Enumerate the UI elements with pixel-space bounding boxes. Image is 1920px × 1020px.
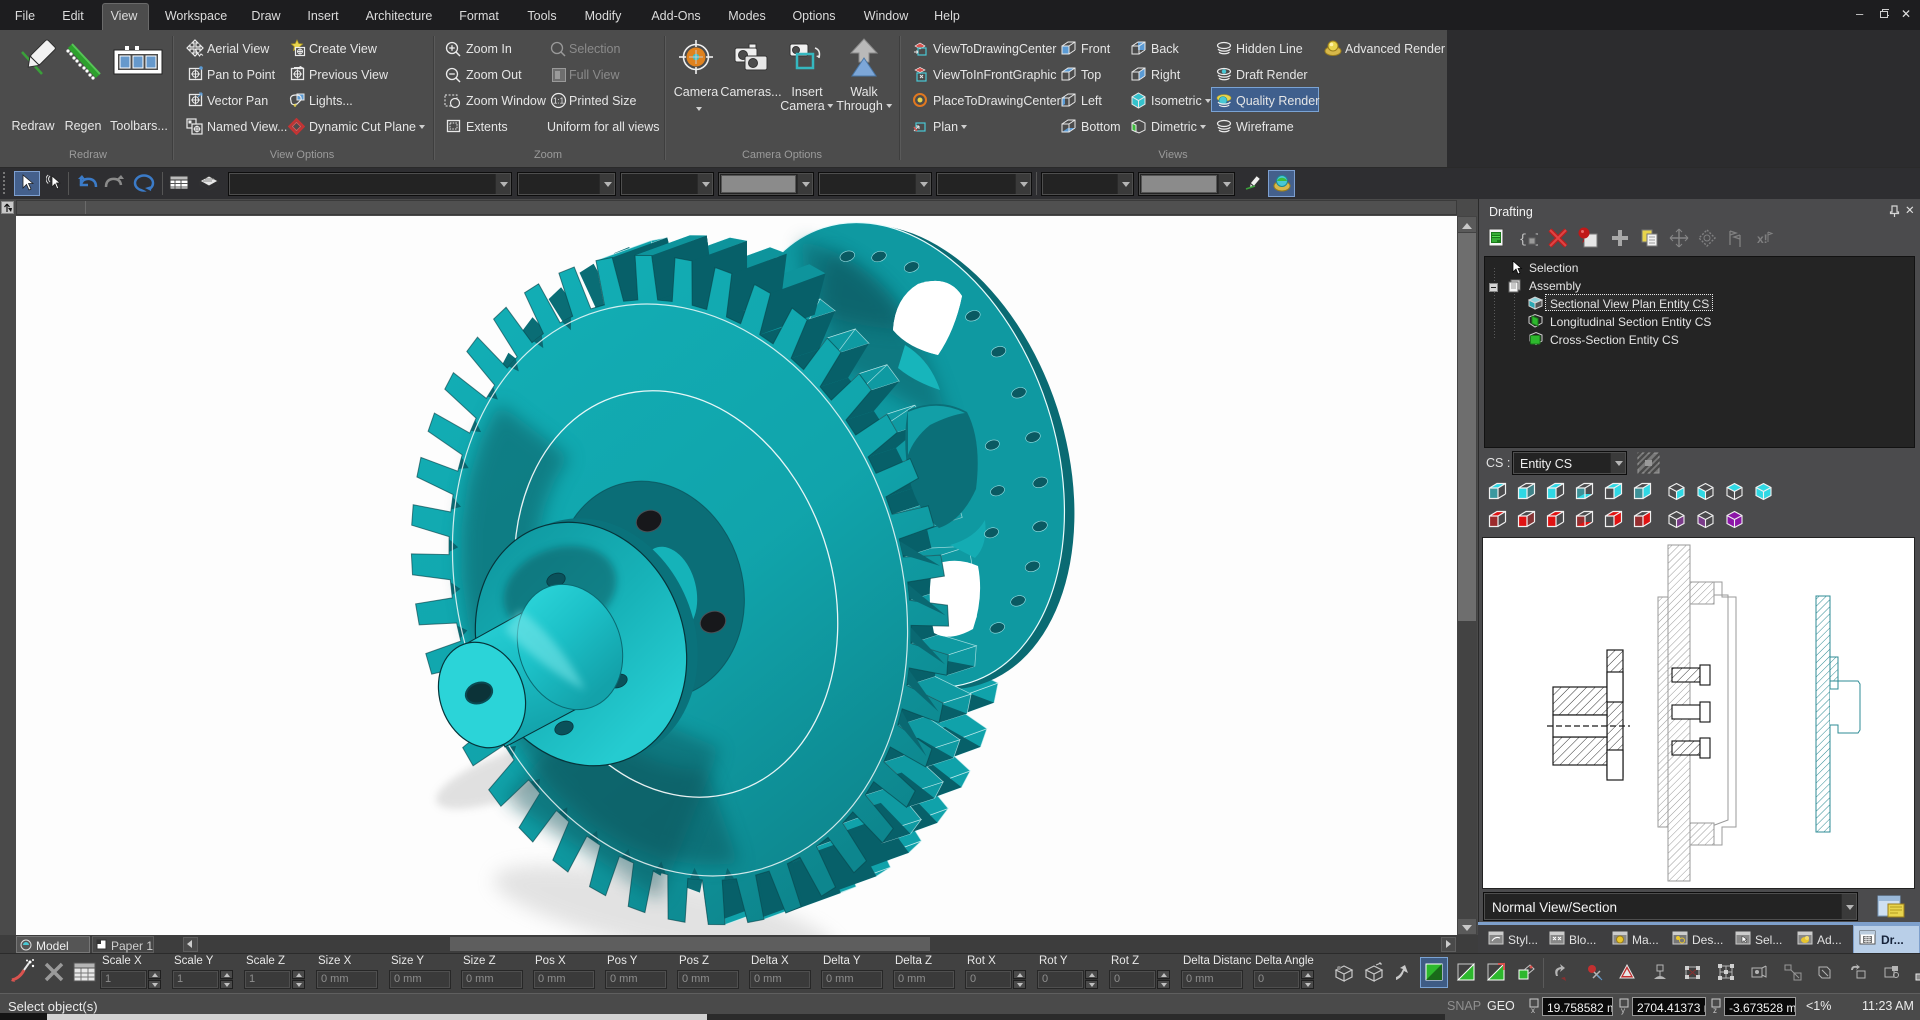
svg-text:y: y: [1621, 1006, 1625, 1015]
svg-text:x!: x!: [1757, 232, 1768, 246]
svg-text:z: z: [1713, 1006, 1717, 1015]
svg-text:x: x: [1531, 1006, 1535, 1015]
svg-text:1:1: 1:1: [553, 97, 565, 106]
